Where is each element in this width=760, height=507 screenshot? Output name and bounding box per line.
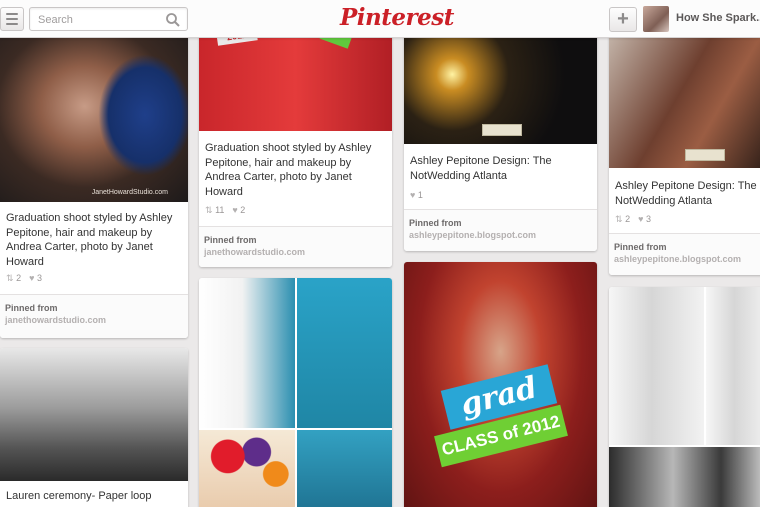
photo-logo-badge <box>482 124 522 136</box>
repin-icon: ⇅ <box>6 273 14 283</box>
pin-image-couple[interactable] <box>609 287 704 445</box>
repin-count: 2 <box>16 273 22 283</box>
repin-count: 2 <box>625 214 631 224</box>
like-count: 2 <box>240 205 246 215</box>
pin-description: Ashley Pepitone Design: The NotWedding A… <box>410 155 552 182</box>
repin-count: 11 <box>215 205 225 215</box>
pin-card[interactable]: JanetHowardStudio.com Graduation shoot s… <box>0 28 188 338</box>
pinned-source[interactable]: janethowardstudio.com <box>204 247 387 257</box>
pin-image-group[interactable] <box>609 447 760 507</box>
repin-icon: ⇅ <box>615 214 623 224</box>
repin-icon: ⇅ <box>205 205 213 215</box>
pinned-from-label: Pinned from <box>409 218 462 228</box>
pinned-from[interactable]: Pinned from ashleypepitone.blogspot.com <box>609 233 760 275</box>
pin-stats: ♥ 1 <box>410 190 423 200</box>
heart-icon: ♥ <box>232 205 238 215</box>
heart-icon: ♥ <box>29 273 35 283</box>
pinned-from-label: Pinned from <box>5 303 58 313</box>
pinned-source[interactable]: janethowardstudio.com <box>5 315 183 325</box>
user-profile-button[interactable]: How She Spark... <box>643 5 760 33</box>
pin-image-bouquet[interactable] <box>297 278 392 428</box>
heart-icon: ♥ <box>410 190 416 200</box>
pin-card[interactable]: 2012 Graduation shoot styled by Ashley P… <box>199 28 392 267</box>
pin-image[interactable]: grad CLASS of 2012 <box>404 262 597 507</box>
pinned-from-label: Pinned from <box>204 235 257 245</box>
pin-description: Lauren ceremony- Paper loop <box>6 490 152 502</box>
pin-card[interactable] <box>609 287 760 507</box>
pinned-from[interactable]: Pinned from janethowardstudio.com <box>199 226 392 267</box>
like-count: 3 <box>36 273 42 283</box>
pin-description: Graduation shoot styled by Ashley Pepito… <box>205 142 372 198</box>
pin-image[interactable] <box>404 28 597 144</box>
pin-image[interactable] <box>609 28 760 168</box>
heart-icon: ♥ <box>638 214 644 224</box>
add-pin-button[interactable]: + <box>609 7 637 32</box>
pin-stats: ⇅ 2 ♥ 3 <box>615 214 651 225</box>
pin-image-dress[interactable] <box>297 430 392 507</box>
search-input[interactable] <box>38 12 158 28</box>
search-box <box>29 7 188 31</box>
pinned-from[interactable]: Pinned from janethowardstudio.com <box>0 294 188 338</box>
pin-image[interactable]: 2012 <box>199 28 392 131</box>
search-icon[interactable] <box>165 12 181 28</box>
pin-card[interactable]: Ashley Pepitone Design: The NotWedding A… <box>404 28 597 251</box>
photo-logo-badge <box>685 149 725 161</box>
pin-image-couple[interactable] <box>199 278 295 428</box>
pinned-from[interactable]: Pinned from ashleypepitone.blogspot.com <box>404 209 597 251</box>
pin-description: Ashley Pepitone Design: The NotWedding A… <box>615 180 757 207</box>
like-count: 3 <box>645 214 651 224</box>
pin-description: Graduation shoot styled by Ashley Pepito… <box>6 212 173 268</box>
avatar <box>643 6 669 32</box>
menu-icon <box>6 13 18 15</box>
pin-image[interactable] <box>0 348 188 481</box>
pin-card[interactable] <box>199 278 392 507</box>
pin-image-groom[interactable] <box>706 287 760 445</box>
like-count: 1 <box>417 190 423 200</box>
top-nav-bar: Pinterest + How She Spark... <box>0 0 760 38</box>
image-watermark: JanetHowardStudio.com <box>91 189 168 196</box>
menu-button[interactable] <box>0 7 24 31</box>
pin-stats: ⇅ 11 ♥ 2 <box>205 205 245 216</box>
pin-image[interactable]: JanetHowardStudio.com <box>0 28 188 202</box>
pin-stats: ⇅ 2 ♥ 3 <box>6 273 42 284</box>
pin-card[interactable]: Ashley Pepitone Design: The NotWedding A… <box>609 28 760 275</box>
pinned-source[interactable]: ashleypepitone.blogspot.com <box>614 254 760 264</box>
plus-icon: + <box>617 8 629 30</box>
pin-image-balloons[interactable] <box>199 430 295 507</box>
pin-card[interactable]: Lauren ceremony- Paper loop <box>0 348 188 507</box>
user-name: How She Spark... <box>676 12 760 24</box>
pin-card[interactable]: grad CLASS of 2012 <box>404 262 597 507</box>
pinned-source[interactable]: ashleypepitone.blogspot.com <box>409 230 592 240</box>
pinned-from-label: Pinned from <box>614 242 667 252</box>
pinterest-logo[interactable]: Pinterest <box>340 2 454 34</box>
